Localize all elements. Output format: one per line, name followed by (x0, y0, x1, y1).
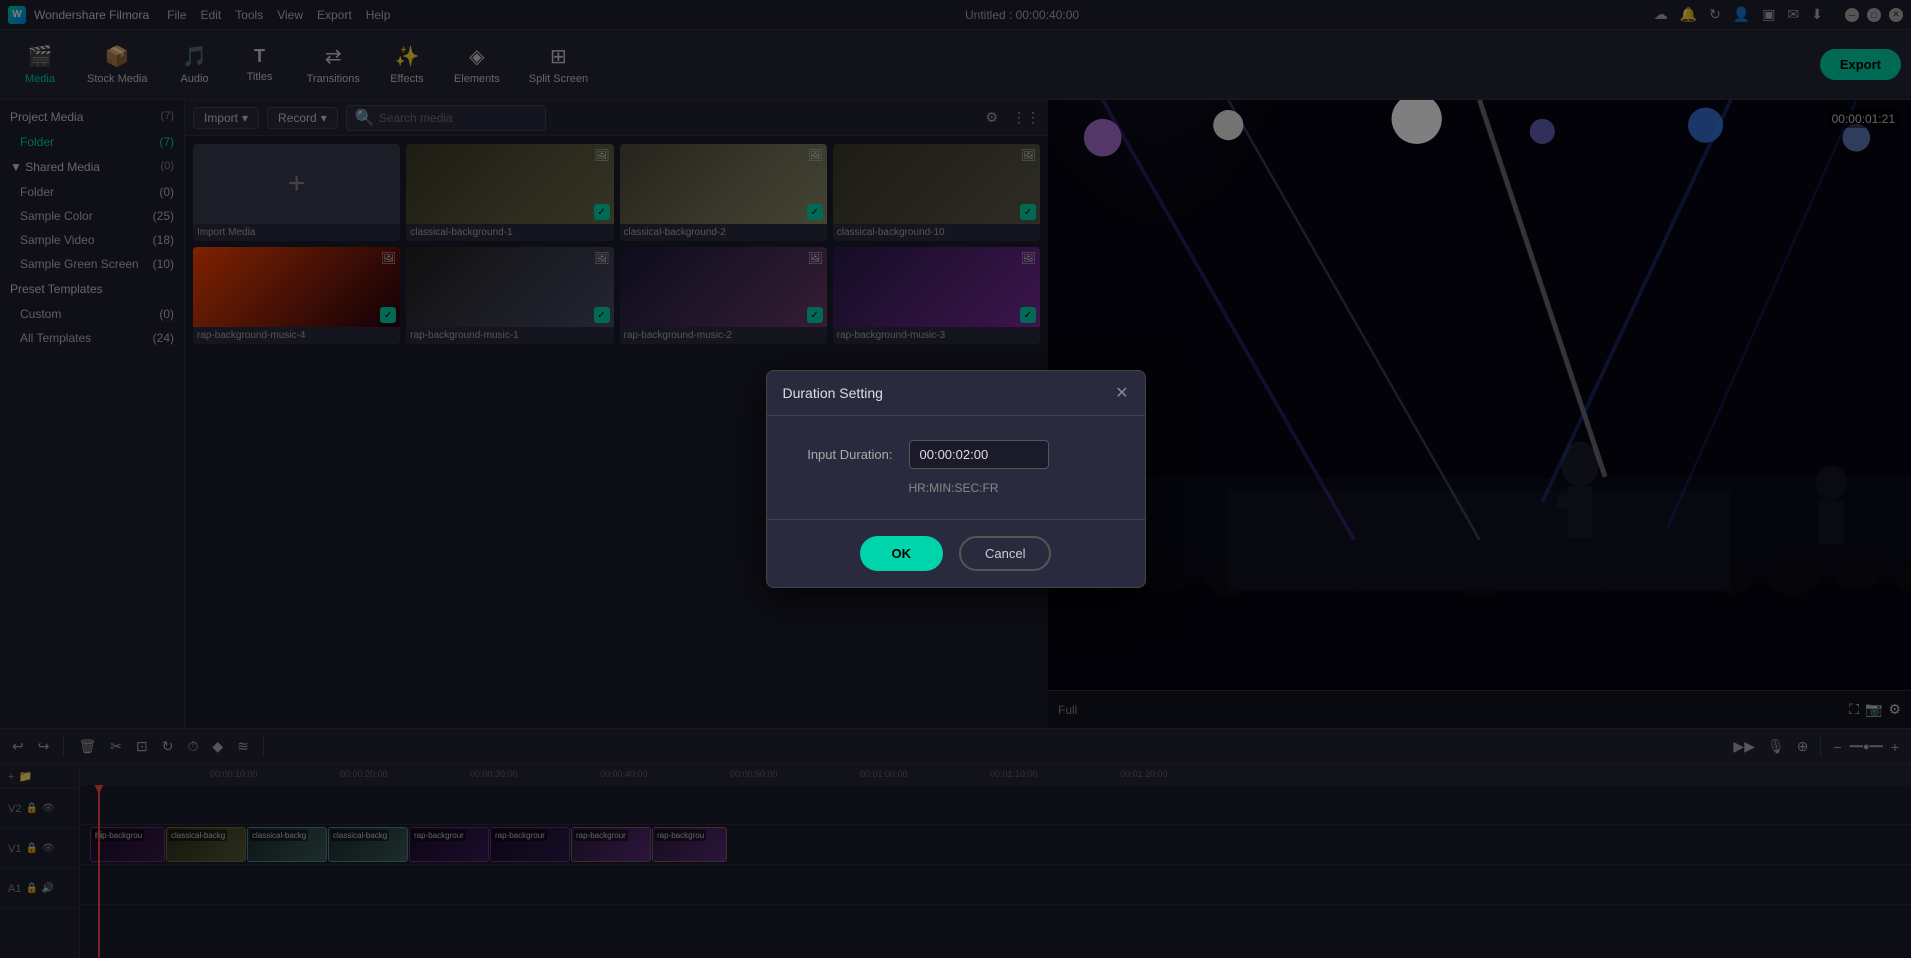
dialog-close-icon[interactable]: ✕ (1115, 383, 1128, 403)
ok-button[interactable]: OK (860, 536, 944, 571)
dialog-body: Input Duration: HR:MIN:SEC:FR (767, 416, 1145, 519)
dialog-title: Duration Setting (783, 385, 883, 401)
input-duration-field: Input Duration: (783, 440, 1129, 469)
input-duration-input[interactable] (909, 440, 1049, 469)
format-hint: HR:MIN:SEC:FR (909, 481, 1129, 495)
dialog-overlay: Duration Setting ✕ Input Duration: HR:MI… (0, 0, 1911, 958)
duration-dialog: Duration Setting ✕ Input Duration: HR:MI… (766, 370, 1146, 588)
dialog-footer: OK Cancel (767, 519, 1145, 587)
dialog-header: Duration Setting ✕ (767, 371, 1145, 416)
input-duration-label: Input Duration: (783, 447, 893, 462)
cancel-button[interactable]: Cancel (959, 536, 1051, 571)
